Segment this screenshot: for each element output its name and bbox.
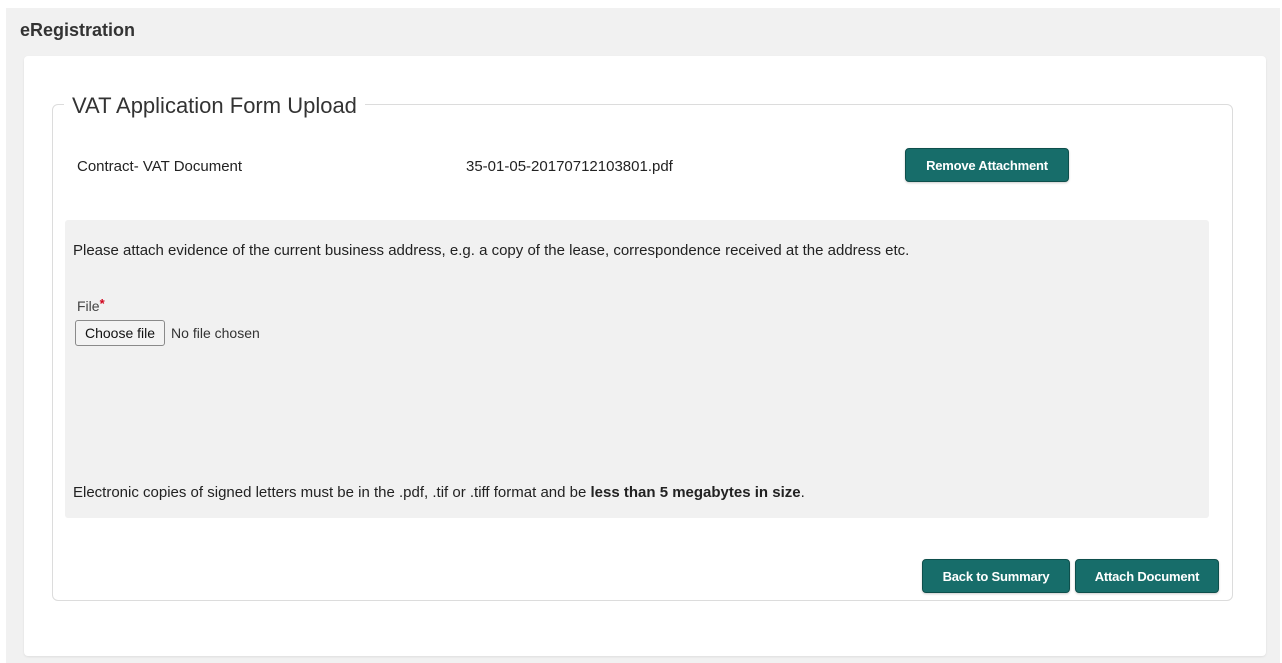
attach-document-button[interactable]: Attach Document <box>1075 559 1219 593</box>
upload-instruction: Please attach evidence of the current bu… <box>73 242 910 259</box>
file-field-label: File* <box>77 296 105 314</box>
note-size-limit: less than 5 megabytes in size <box>590 484 801 501</box>
remove-attachment-button[interactable]: Remove Attachment <box>905 148 1069 182</box>
attached-document-label: Contract- VAT Document <box>77 158 243 175</box>
note-prefix: Electronic copies of signed letters must… <box>73 484 591 501</box>
required-marker: * <box>99 296 105 311</box>
note-suffix: . <box>800 484 805 501</box>
file-input[interactable]: Choose file No file chosen <box>75 320 260 346</box>
attached-document-filename: 35-01-05-20170712103801.pdf <box>466 158 673 175</box>
app-title: eRegistration <box>20 20 136 40</box>
back-to-summary-button[interactable]: Back to Summary <box>922 559 1070 593</box>
file-format-note: Electronic copies of signed letters must… <box>73 484 805 501</box>
fieldset-legend: VAT Application Form Upload <box>64 93 365 119</box>
choose-file-button[interactable]: Choose file <box>75 320 166 346</box>
file-status-text: No file chosen <box>171 325 260 341</box>
upload-panel <box>65 220 1209 518</box>
file-label-text: File <box>77 298 100 314</box>
